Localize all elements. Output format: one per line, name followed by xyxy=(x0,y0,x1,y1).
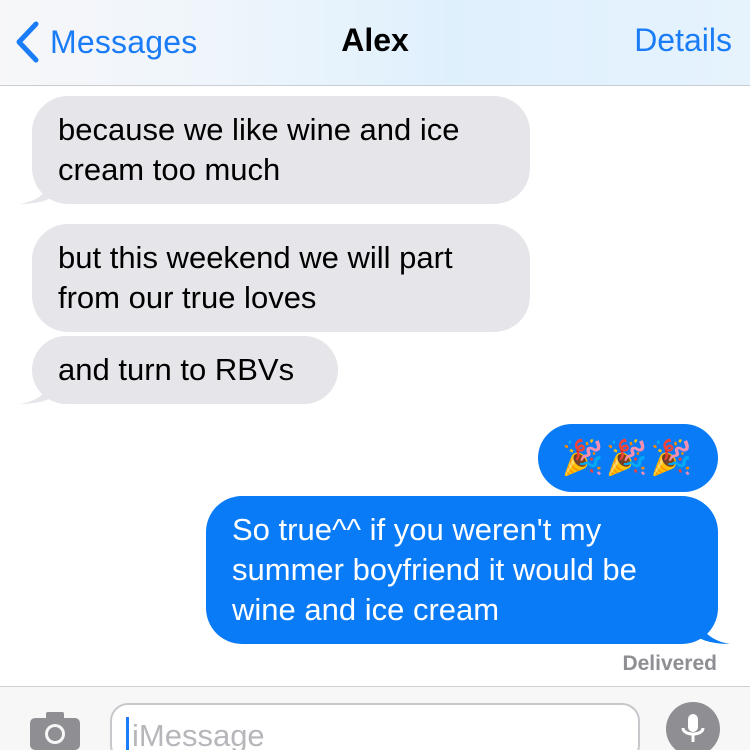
back-button-label: Messages xyxy=(50,23,198,60)
camera-icon[interactable] xyxy=(28,709,82,750)
message-bubble-incoming[interactable]: because we like wine and ice cream too m… xyxy=(32,96,530,204)
back-button[interactable]: Messages xyxy=(14,20,197,64)
message-text: and turn to RBVs xyxy=(58,352,295,387)
navigation-bar: Messages Alex Details xyxy=(0,0,750,86)
message-input[interactable]: iMessage xyxy=(110,703,640,750)
message-text: So true^^ if you weren't my summer boyfr… xyxy=(232,512,637,627)
microphone-icon[interactable] xyxy=(666,702,720,750)
message-text: because we like wine and ice cream too m… xyxy=(58,112,460,187)
message-composer-bar: iMessage xyxy=(0,686,750,750)
party-popper-icon: 🎉🎉🎉 xyxy=(561,439,695,477)
message-bubble-incoming[interactable]: but this weekend we will part from our t… xyxy=(32,224,530,332)
message-bubble-incoming[interactable]: and turn to RBVs xyxy=(32,336,338,404)
message-bubble-outgoing[interactable]: So true^^ if you weren't my summer boyfr… xyxy=(206,496,718,644)
text-cursor xyxy=(126,717,129,750)
chevron-left-icon xyxy=(14,20,42,64)
details-button[interactable]: Details xyxy=(634,22,732,59)
message-text: but this weekend we will part from our t… xyxy=(58,240,453,315)
delivery-status: Delivered xyxy=(622,652,717,675)
message-bubble-outgoing[interactable]: 🎉🎉🎉 xyxy=(538,424,718,492)
message-input-placeholder: iMessage xyxy=(132,718,265,750)
